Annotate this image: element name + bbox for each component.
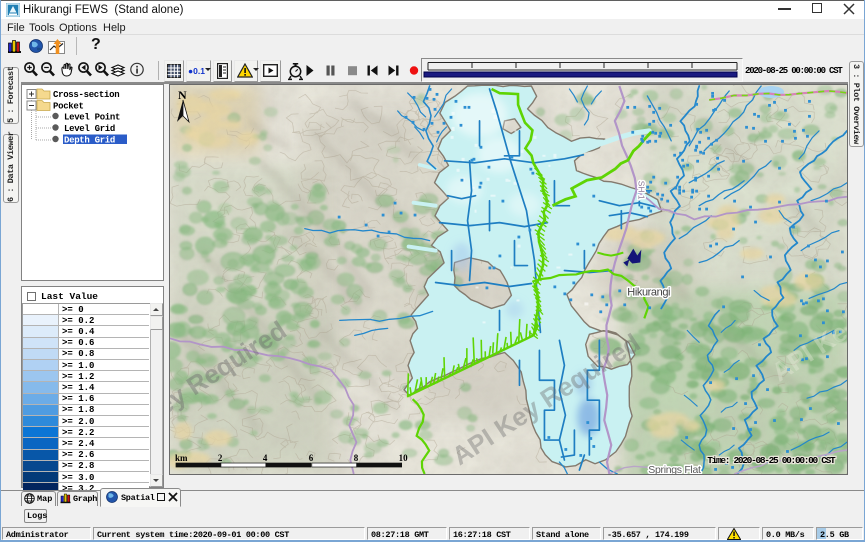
svg-text:2: 2 — [218, 453, 223, 463]
svg-text:km: km — [175, 453, 188, 463]
svg-text:Springs Flat: Springs Flat — [648, 465, 701, 474]
svg-text:N: N — [178, 88, 187, 102]
svg-text:Depth Grid: Depth Grid — [64, 136, 115, 146]
svg-text:Level Grid: Level Grid — [64, 124, 115, 134]
svg-text:4: 4 — [263, 453, 268, 463]
svg-text:8: 8 — [354, 453, 359, 463]
svg-text:10: 10 — [399, 453, 408, 463]
svg-text:SH 1: SH 1 — [636, 181, 646, 200]
svg-text:Hikurangi: Hikurangi — [627, 286, 670, 298]
svg-text:Pocket: Pocket — [53, 102, 84, 112]
svg-text:Time: 2020-08-25 00:00:00 CST: Time: 2020-08-25 00:00:00 CST — [707, 455, 836, 466]
svg-text:Cross-section: Cross-section — [53, 90, 119, 100]
svg-text:6: 6 — [309, 453, 314, 463]
svg-text:Level Point: Level Point — [64, 113, 120, 123]
